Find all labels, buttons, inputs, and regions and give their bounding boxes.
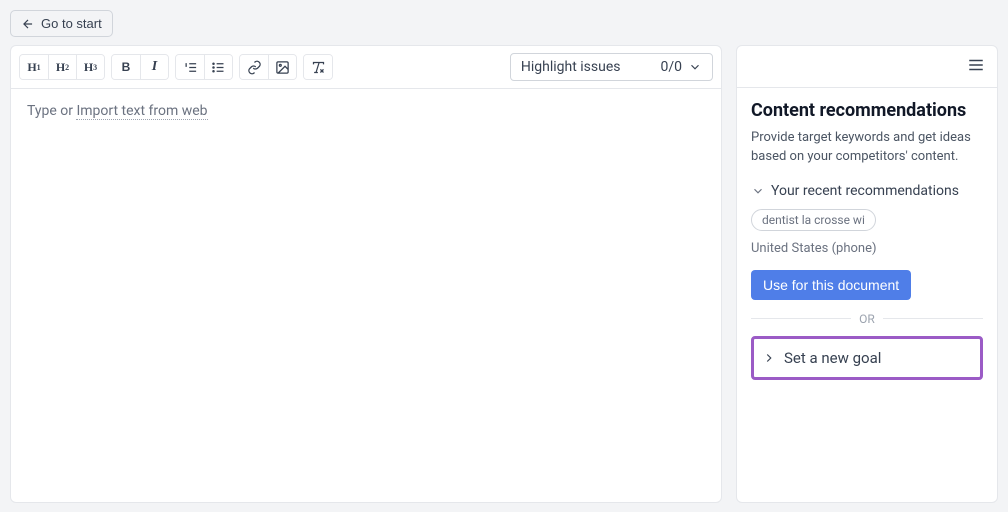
heading3-button[interactable]: H3 — [76, 55, 104, 79]
side-panel: Content recommendations Provide target k… — [736, 45, 998, 503]
locale-device-label: United States (phone) — [751, 241, 983, 256]
arrow-left-icon — [21, 17, 35, 31]
highlight-issues-label: Highlight issues — [521, 59, 621, 75]
unordered-list-icon — [211, 60, 226, 75]
ordered-list-icon — [183, 60, 198, 75]
ordered-list-button[interactable] — [176, 55, 204, 79]
chevron-down-icon — [751, 184, 765, 198]
link-button[interactable] — [240, 55, 268, 79]
recommendations-desc: Provide target keywords and get ideas ba… — [751, 129, 983, 167]
link-icon — [247, 60, 262, 75]
set-new-goal-label: Set a new goal — [784, 349, 881, 367]
use-for-document-button[interactable]: Use for this document — [751, 270, 911, 300]
editor-body[interactable]: Type or Import text from web — [11, 89, 721, 502]
side-menu-button[interactable] — [965, 54, 987, 79]
chevron-down-icon — [688, 60, 702, 74]
unordered-list-button[interactable] — [204, 55, 232, 79]
editor-panel: H1 H2 H3 B I — [10, 45, 722, 503]
bold-button[interactable]: B — [112, 55, 140, 79]
go-to-start-label: Go to start — [41, 16, 102, 31]
italic-button[interactable]: I — [140, 55, 168, 79]
set-new-goal-button[interactable]: Set a new goal — [751, 336, 983, 380]
recommendations-title: Content recommendations — [751, 100, 983, 121]
highlight-issues-dropdown[interactable]: Highlight issues 0/0 — [510, 53, 713, 81]
recent-recommendations-toggle[interactable]: Your recent recommendations — [751, 183, 983, 199]
clear-formatting-button[interactable] — [304, 55, 332, 79]
import-text-link[interactable]: Import text from web — [76, 103, 207, 120]
heading1-button[interactable]: H1 — [20, 55, 48, 79]
highlight-issues-count: 0/0 — [660, 59, 682, 75]
editor-placeholder-prefix: Type or — [27, 103, 76, 119]
go-to-start-button[interactable]: Go to start — [10, 10, 113, 37]
heading2-button[interactable]: H2 — [48, 55, 76, 79]
toolbar: H1 H2 H3 B I — [11, 46, 721, 89]
keyword-chip[interactable]: dentist la crosse wi — [751, 209, 876, 231]
chevron-right-icon — [762, 351, 776, 365]
image-icon — [275, 60, 290, 75]
recent-recommendations-label: Your recent recommendations — [771, 183, 959, 199]
or-divider: OR — [751, 312, 983, 326]
clear-formatting-icon — [311, 60, 326, 75]
image-button[interactable] — [268, 55, 296, 79]
menu-icon — [967, 56, 985, 74]
